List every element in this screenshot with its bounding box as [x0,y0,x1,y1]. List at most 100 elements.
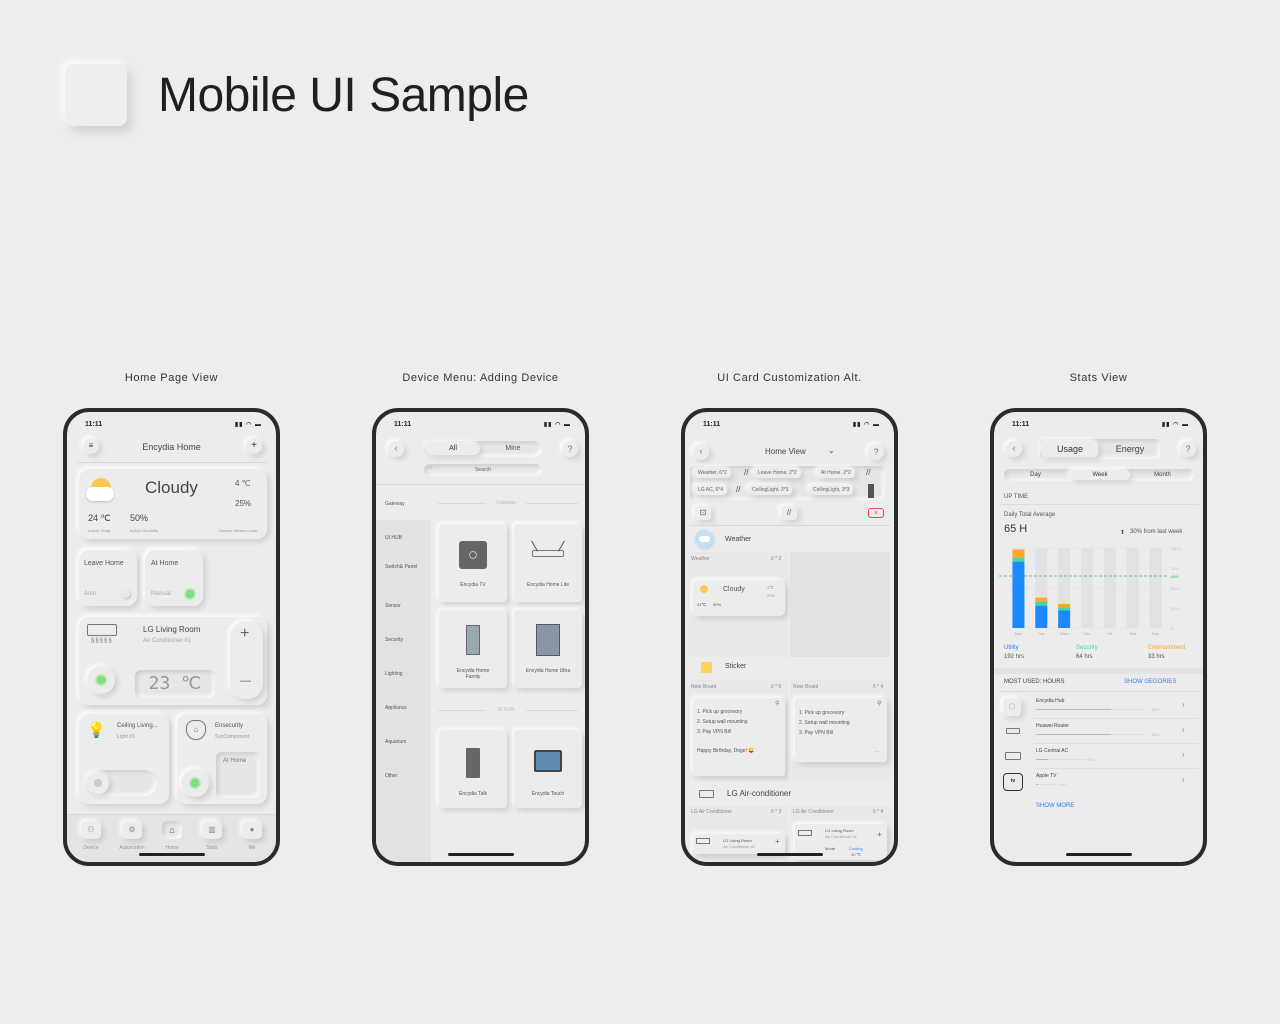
sidebar-item-security[interactable]: Security [385,637,403,643]
sidebar-item-sensor[interactable]: Sensor [385,603,401,609]
automation-tab-icon[interactable]: ⚙ [122,821,142,839]
sidebar-item-ui-hub[interactable]: UI HUB [385,535,402,541]
period-day[interactable]: Day [1004,472,1067,478]
sidebar-item-lighting[interactable]: Lighting [385,671,403,677]
show-more-link[interactable]: SHOW MORE [1036,803,1074,809]
tab-stats[interactable]: Stats [198,845,226,851]
weather-preview-card[interactable]: Weather 6 * 2 Cloudy 4℃ 25% 24℃ 50% [688,552,788,657]
usage-energy-segment[interactable]: Usage Energy [1040,439,1160,459]
back-icon[interactable]: ‹ [388,441,404,457]
plus-icon[interactable]: + [775,837,780,846]
temp-stepper[interactable]: + — [230,621,263,699]
light-slider[interactable] [85,770,157,796]
seg-mine[interactable]: Mine [486,443,540,455]
home-tab-icon[interactable]: ⌂ [162,821,182,839]
sidebar-item-aquarium[interactable]: Aquarium [385,739,406,745]
tab-automation[interactable]: Automation [115,845,149,851]
chip-weather[interactable]: Weather, 6*2 [694,468,731,478]
ac-card[interactable]: §§§§§ LG Living Room Air Conditioner #1 … [79,617,267,705]
tab-device[interactable]: Device [77,845,105,851]
device-hours: 24 h [1087,757,1095,762]
note-board-card-2[interactable]: Note Board 6 * 4 ⚲ 1. Pick up grocesory … [790,680,890,780]
stats-tab-icon[interactable]: ▥ [202,821,222,839]
pin-icon: ⚲ [775,701,780,707]
chip-ceiling-light[interactable]: CeilingLight, 3*3 [748,485,793,495]
add-icon[interactable]: + [246,438,262,454]
help-button[interactable]: ? [562,441,578,457]
chevron-down-icon[interactable]: ⌄ [828,446,835,455]
y-tick-label: 100 h [1171,546,1181,551]
weather-condition: Cloudy [723,586,745,593]
sidebar-item-gateway[interactable]: Gateway [385,501,405,507]
period-week[interactable]: Week [1070,470,1130,480]
search-input[interactable]: ○ Search [424,464,542,476]
security-card[interactable]: ⌂ Ensecurity SysComponent At Home [177,714,267,804]
me-tab-icon[interactable]: ● [242,821,262,839]
signal-wifi-battery-icon: ▮▮ ◠ ▬ [543,422,571,428]
help-button[interactable]: ? [868,444,884,460]
back-icon[interactable]: ‹ [1006,441,1022,457]
separator-button[interactable]: // [781,506,797,520]
weather-temp: 4℃ [767,585,774,590]
chip-at-home[interactable]: At Home, 2*2 [817,468,855,478]
card-size: 6 * 3 [771,809,782,815]
sidebar-item-appliance[interactable]: Appliance [385,705,407,711]
home-view-title[interactable]: Home View [765,447,806,456]
help-button[interactable]: ? [1180,441,1196,457]
at-home-card[interactable]: At Home Manual [145,550,203,606]
back-icon[interactable]: ‹ [693,444,709,460]
device-card-home-family[interactable]: Encydia Home Family [439,610,507,688]
ceiling-light-card[interactable]: 💡 Ceiling Living... Light #3 [79,714,169,804]
leave-home-card[interactable]: Leave Home Auto [79,550,137,606]
device-card-touch[interactable]: Encydia Touch [514,730,582,808]
cloud-icon [86,487,114,501]
sidebar-item-other[interactable]: Other [385,773,398,779]
security-mode-box[interactable]: At Home [216,752,260,798]
delete-icon[interactable]: × [868,508,884,518]
avg-label: AVG [1171,574,1179,579]
note-item: 3. Pay VPN Bill [799,730,833,736]
ac-power-button[interactable] [87,666,115,694]
chip-lg-ac[interactable]: LG AC, 6*4 [694,485,728,495]
note-board-card-1[interactable]: Note Board 6 * 6 ⚲ 1. Pick up grocesory … [688,680,788,780]
plus-icon[interactable]: + [877,830,882,839]
legend-utility-value: 192 hrs [1004,654,1025,660]
bar-utility [1012,561,1025,628]
device-row-ac[interactable]: LG Central AC 24 h › [994,744,1203,768]
segmented-control[interactable]: All Mine [424,441,542,457]
device-row-hub[interactable]: ⬡ Encydia Hub 68 h › [994,694,1203,718]
security-power-button[interactable] [181,769,209,797]
show-categories-link[interactable]: SHOW GEGORIES [1124,679,1176,685]
chip-leave-home[interactable]: Leave Home, 2*2 [754,468,801,478]
x-tick-label: Thu [1084,631,1091,636]
device-card-home-ultra[interactable]: Encydia Home Ultra [514,610,582,688]
device-row-apple-tv[interactable]: tv Apple TV 9 h › [994,769,1203,793]
device-row-router[interactable]: Huawei Router 68 h › [994,719,1203,743]
period-selector[interactable]: Day Week Month [1004,469,1194,481]
at-home-toggle-on[interactable] [183,587,197,601]
indoor-humidity: 50% [130,513,149,523]
tab-home[interactable]: Home [158,845,186,851]
home-indicator [756,853,823,856]
search-placeholder: Search [475,467,491,473]
image-icon[interactable]: ⊡ [695,506,711,520]
device-card-tv[interactable]: Encydia TV [439,524,507,602]
chevron-right-icon: › [1182,725,1185,734]
device-card-talk[interactable]: Encydia Talk [439,730,507,808]
seg-energy[interactable]: Energy [1102,441,1158,457]
seg-usage[interactable]: Usage [1042,441,1098,457]
weather-condition: Cloudy [145,478,198,497]
temp-minus-button[interactable]: — [240,675,251,687]
sidebar-item-switch-panel[interactable]: Switch& Panel [385,564,421,570]
device-card-home-lite[interactable]: Encydia Home Lite [514,524,582,602]
security-mode: At Home [223,758,247,764]
period-month[interactable]: Month [1131,472,1194,478]
device-tab-icon[interactable]: ⚇ [81,821,101,839]
note-extra: Happy Birthday, Doge! 😜 [697,748,755,754]
chip-ceiling-light-2[interactable]: CeilingLight, 3*3 [809,485,854,495]
weather-card[interactable]: Cloudy 4 ℃ 25% 24 ℃ 50% Indoor Temp. Ind… [79,469,267,539]
seg-all[interactable]: All [426,443,480,455]
temp-plus-button[interactable]: + [240,625,249,643]
leave-home-toggle[interactable] [122,590,130,598]
tab-me[interactable]: Me [238,845,266,851]
